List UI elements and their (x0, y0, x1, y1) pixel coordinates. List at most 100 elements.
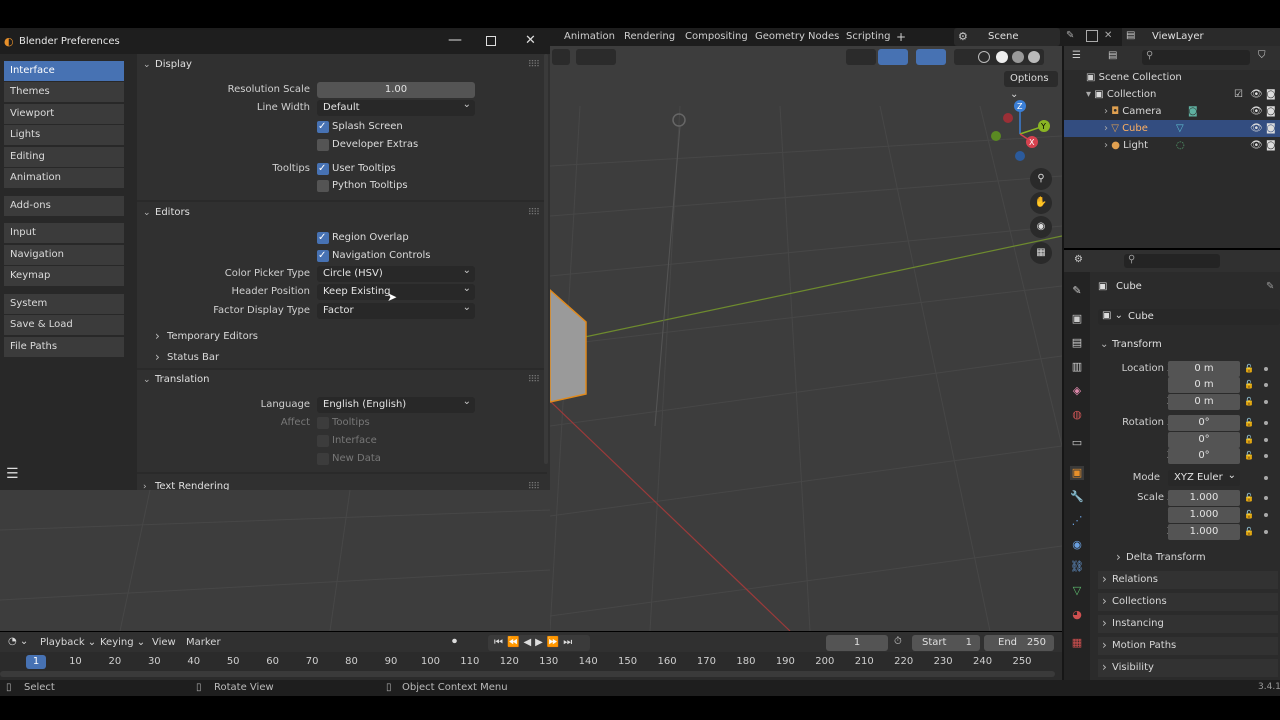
language-dropdown[interactable]: English (English) (317, 394, 475, 413)
tab-scripting[interactable]: Scripting (846, 30, 890, 44)
eye-icon[interactable]: 👁 (1250, 86, 1263, 103)
end-frame-field[interactable]: End 250 (984, 635, 1054, 651)
ortho-grid-icon[interactable]: ▦ (1030, 242, 1052, 264)
text-rendering-section-header[interactable]: › Text Rendering ⠿⠿ (137, 476, 547, 490)
texture-tab-icon[interactable]: ▦ (1070, 636, 1084, 650)
keyframe-dot-icon[interactable] (1264, 367, 1268, 371)
keyframe-dot-icon[interactable] (1264, 383, 1268, 387)
translate-interface-checkbox[interactable]: Interface (317, 433, 377, 449)
zoom-icon[interactable]: ⚲ (1030, 168, 1052, 190)
editor-type-icon[interactable]: ☰ (1072, 50, 1081, 61)
physics-tab-icon[interactable]: ◉ (1070, 538, 1084, 552)
add-workspace-button[interactable]: + (896, 30, 906, 44)
navigation-gizmo[interactable]: Z Y X (984, 98, 1062, 178)
visibility-panel[interactable]: Visibility (1098, 658, 1278, 677)
lock-icon[interactable]: 🔓 (1244, 380, 1254, 390)
translation-section-header[interactable]: ⌄ Translation ⠿⠿ (137, 369, 547, 391)
region-overlap-checkbox[interactable]: Region Overlap (317, 230, 409, 246)
hamburger-menu-icon[interactable]: ☰ (6, 466, 19, 482)
outliner-scene-collection[interactable]: ▣ Scene Collection (1064, 69, 1280, 86)
keyframe-dot-icon[interactable] (1264, 496, 1268, 500)
outliner-search-input[interactable]: ⚲ (1142, 50, 1250, 65)
tool-tab-icon[interactable]: ✎ (1070, 284, 1084, 298)
outliner-collection[interactable]: ▾ ▣ Collection ☑ 👁 ◙ (1064, 86, 1280, 103)
relations-panel[interactable]: Relations (1098, 570, 1278, 589)
rotation-mode-dropdown[interactable]: XYZ Euler ⌄ (1168, 470, 1240, 486)
lock-icon[interactable]: 🔓 (1244, 435, 1254, 445)
eye-icon[interactable]: 👁 (1250, 103, 1263, 120)
material-tab-icon[interactable]: ◕ (1070, 608, 1084, 622)
output-tab-icon[interactable]: ▤ (1070, 336, 1084, 350)
camera-render-icon[interactable]: ◙ (1266, 103, 1276, 120)
display-mode-icon[interactable]: ▤ (1108, 50, 1117, 61)
lock-icon[interactable]: 🔓 (1244, 364, 1254, 374)
delta-transform-subpanel[interactable]: Delta Transform (1112, 548, 1278, 567)
factor-display-dropdown[interactable]: Factor (317, 300, 475, 319)
lock-icon[interactable]: 🔓 (1244, 493, 1254, 503)
keyframe-dot-icon[interactable] (1264, 438, 1268, 442)
outliner-item-camera[interactable]: › ◘ Camera ◙ 👁 ◙ (1064, 103, 1280, 120)
resolution-scale-field[interactable]: 1.00 (317, 82, 475, 98)
minimize-icon[interactable]: — (448, 32, 462, 48)
eye-icon[interactable]: 👁 (1250, 137, 1263, 154)
close-icon[interactable]: ✕ (525, 33, 536, 48)
data-tab-icon[interactable]: ▽ (1070, 584, 1084, 598)
scale-x-field[interactable]: 1.000 (1168, 490, 1240, 506)
lock-icon[interactable]: 🔓 (1244, 510, 1254, 520)
eye-icon[interactable]: 👁 (1250, 120, 1263, 137)
sidebar-item-addons[interactable]: Add-ons (4, 196, 124, 216)
sidebar-item-navigation[interactable]: Navigation (4, 245, 124, 265)
properties-search-input[interactable]: ⚲ (1124, 254, 1220, 268)
developer-extras-checkbox[interactable]: Developer Extras (317, 137, 418, 153)
constraints-tab-icon[interactable]: ⛓ (1070, 560, 1084, 574)
visibility-icon[interactable] (846, 49, 876, 65)
tab-geometry-nodes[interactable]: Geometry Nodes (755, 30, 839, 44)
lock-icon[interactable]: 🔓 (1244, 527, 1254, 537)
python-tooltips-checkbox[interactable]: Python Tooltips (317, 178, 408, 194)
color-picker-dropdown[interactable]: Circle (HSV) (317, 263, 475, 282)
user-tooltips-checkbox[interactable]: User Tooltips (317, 161, 396, 177)
overlay-toggle-icon[interactable] (916, 49, 946, 65)
camera-view-icon[interactable]: ◉ (1030, 216, 1052, 238)
keyframe-dot-icon[interactable] (1264, 530, 1268, 534)
scene-selector[interactable]: ⚙ Scene ✎ (954, 28, 1074, 46)
marker-menu[interactable]: Marker (186, 636, 221, 650)
delete-scene-icon[interactable]: ✕ (1104, 30, 1112, 41)
snap-icon[interactable] (552, 49, 570, 65)
start-frame-field[interactable]: Start 1 (912, 635, 980, 651)
rotation-z-field[interactable]: 0° (1168, 448, 1240, 464)
checkbox-icon[interactable]: ☑ (1234, 86, 1243, 103)
location-z-field[interactable]: 0 m (1168, 394, 1240, 410)
3d-viewport[interactable]: Z Y X ⚲ ✋ ◉ ▦ (550, 46, 1062, 631)
temporary-editors-subpanel[interactable]: Temporary Editors (155, 327, 258, 346)
sidebar-item-file-paths[interactable]: File Paths (4, 337, 124, 357)
sidebar-item-lights[interactable]: Lights (4, 125, 124, 145)
editor-type-icon[interactable]: ◔ ⌄ (8, 636, 28, 647)
location-x-field[interactable]: 0 m (1168, 361, 1240, 377)
keyframe-dot-icon[interactable] (1264, 400, 1268, 404)
outliner-item-light[interactable]: › ● Light ◌ 👁 ◙ (1064, 137, 1280, 154)
lock-icon[interactable]: 🔓 (1244, 451, 1254, 461)
line-width-dropdown[interactable]: Default (317, 97, 475, 116)
preferences-scrollbar[interactable] (544, 54, 548, 464)
lock-icon[interactable]: 🔓 (1244, 418, 1254, 428)
sidebar-item-animation[interactable]: Animation (4, 168, 124, 188)
tab-rendering[interactable]: Rendering (624, 30, 675, 44)
pan-hand-icon[interactable]: ✋ (1030, 192, 1052, 214)
tab-animation[interactable]: Animation (564, 30, 615, 44)
rotation-y-field[interactable]: 0° (1168, 432, 1240, 448)
object-name-field[interactable]: ▣ ⌄ Cube (1098, 309, 1280, 325)
camera-render-icon[interactable]: ◙ (1266, 120, 1276, 137)
shading-mode-icons[interactable] (954, 49, 1044, 65)
playback-controls[interactable]: ⏮⏪◀▶⏩⏭ (488, 635, 590, 651)
status-bar-subpanel[interactable]: Status Bar (155, 348, 219, 367)
sidebar-item-themes[interactable]: Themes (4, 82, 124, 102)
sidebar-item-editing[interactable]: Editing (4, 147, 124, 167)
pin-icon[interactable]: ✎ (1266, 281, 1274, 292)
render-tab-icon[interactable]: ▣ (1070, 312, 1084, 326)
translate-new-data-checkbox[interactable]: New Data (317, 451, 381, 467)
tab-compositing[interactable]: Compositing (685, 30, 748, 44)
sidebar-item-save-load[interactable]: Save & Load (4, 315, 124, 335)
maximize-icon[interactable] (486, 36, 496, 46)
keyframe-dot-icon[interactable] (1264, 476, 1268, 480)
